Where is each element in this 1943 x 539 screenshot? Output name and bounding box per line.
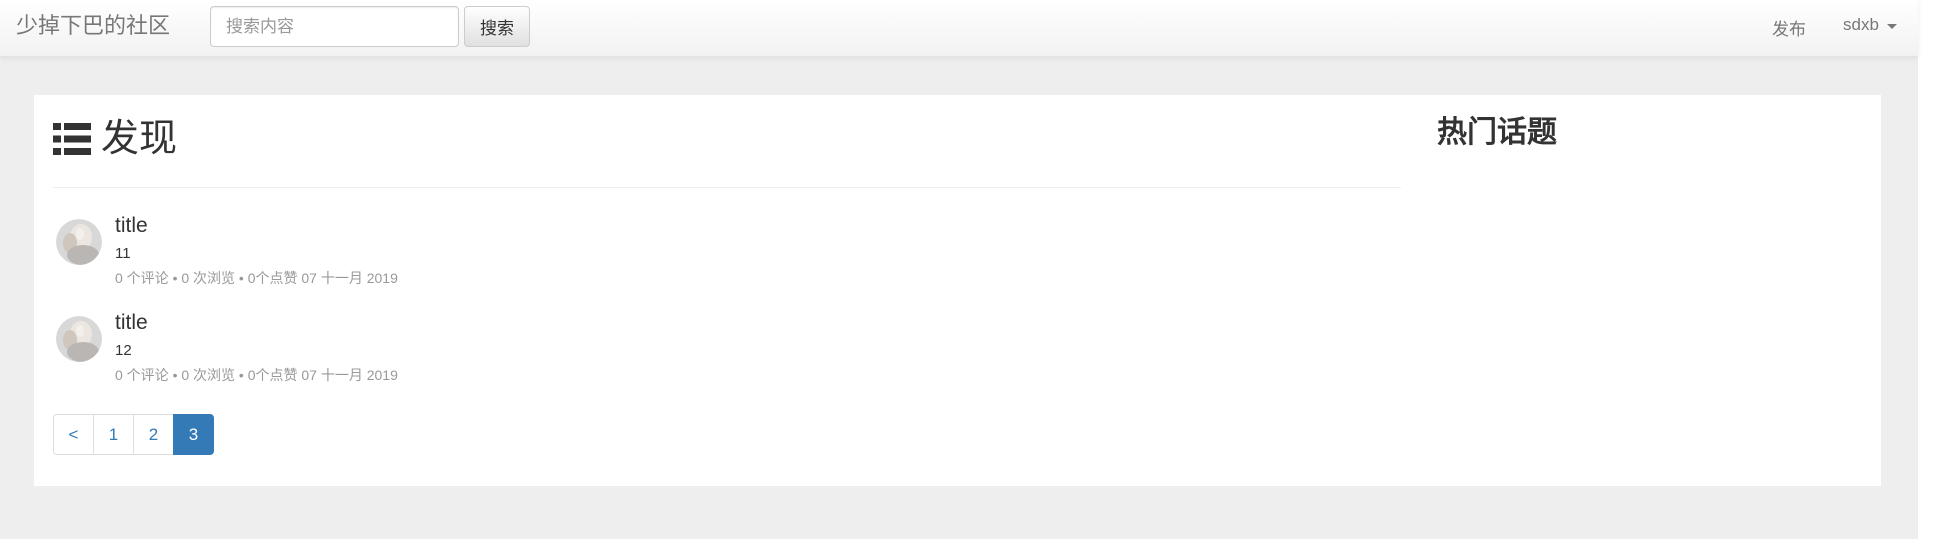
pagination-prev-button[interactable]: < [53,414,94,455]
pagination-page-1[interactable]: 1 [93,414,134,455]
pagination-page-2[interactable]: 2 [133,414,174,455]
avatar[interactable] [56,316,102,362]
post-description: 12 [115,342,132,359]
post-description: 11 [115,245,131,262]
user-menu-label: sdxb [1843,15,1879,34]
page-title: 发现 [101,118,178,160]
brand-link[interactable]: 少掉下巴的社区 [16,13,170,39]
pagination-page-3[interactable]: 3 [173,414,214,455]
scrollbar-gutter [1918,0,1943,539]
list-item: title 11 0 个评论 • 0 次浏览 • 0个点赞 07 十一月 201… [56,213,1396,303]
pagination: < 1 2 3 [53,414,214,455]
search-button[interactable]: 搜索 [464,6,530,47]
avatar[interactable] [56,219,102,265]
top-navbar: 少掉下巴的社区 搜索 发布 sdxb [0,0,1918,57]
post-title-link[interactable]: title [115,310,148,336]
hot-topics-title: 热门话题 [1437,116,1557,149]
user-menu-dropdown[interactable]: sdxb [1843,15,1897,35]
post-title-link[interactable]: title [115,213,148,239]
post-meta: 0 个评论 • 0 次浏览 • 0个点赞 07 十一月 2019 [115,367,398,383]
list-icon [53,123,91,155]
caret-down-icon [1886,23,1897,29]
search-input[interactable] [210,6,459,47]
heading-divider [53,187,1401,188]
page-heading: 发现 [53,117,177,161]
main-card: 发现 热门话题 title 11 0 个评论 • 0 次浏览 • 0个点赞 07… [34,95,1881,486]
publish-link[interactable]: 发布 [1772,15,1806,40]
list-item: title 12 0 个评论 • 0 次浏览 • 0个点赞 07 十一月 201… [56,310,1396,400]
post-meta: 0 个评论 • 0 次浏览 • 0个点赞 07 十一月 2019 [115,270,398,286]
